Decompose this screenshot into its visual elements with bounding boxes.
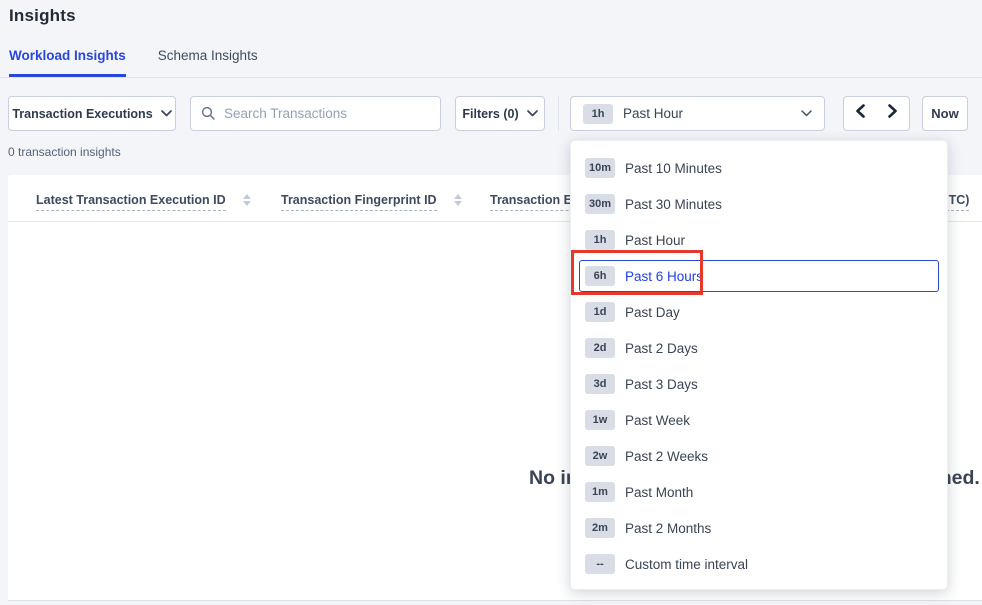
interval-badge: 1w bbox=[585, 410, 615, 430]
column-header-latest-transaction-execution-id[interactable]: Latest Transaction Execution ID bbox=[36, 193, 251, 211]
chevron-down-icon bbox=[527, 110, 538, 117]
search-box bbox=[190, 96, 441, 131]
interval-badge: 1h bbox=[585, 230, 615, 250]
tab-schema-insights[interactable]: Schema Insights bbox=[158, 48, 258, 77]
page-header: Insights Workload Insights Schema Insigh… bbox=[0, 0, 982, 78]
dropdown-item-past-week[interactable]: 1w Past Week bbox=[579, 402, 939, 438]
chevron-down-icon bbox=[161, 110, 172, 117]
dropdown-item-past-hour[interactable]: 1h Past Hour bbox=[579, 222, 939, 258]
interval-badge: 2m bbox=[585, 518, 615, 538]
dropdown-item-past-10-minutes[interactable]: 10m Past 10 Minutes bbox=[579, 150, 939, 186]
dropdown-item-past-2-months[interactable]: 2m Past 2 Months bbox=[579, 510, 939, 546]
tab-workload-insights[interactable]: Workload Insights bbox=[9, 48, 126, 77]
interval-badge: 2w bbox=[585, 446, 615, 466]
dropdown-item-past-2-days[interactable]: 2d Past 2 Days bbox=[579, 330, 939, 366]
transaction-type-label: Transaction Executions bbox=[12, 107, 152, 121]
filters-button[interactable]: Filters (0) bbox=[455, 96, 545, 131]
dropdown-item-past-30-minutes[interactable]: 30m Past 30 Minutes bbox=[579, 186, 939, 222]
dropdown-item-past-2-weeks[interactable]: 2w Past 2 Weeks bbox=[579, 438, 939, 474]
dropdown-item-past-3-days[interactable]: 3d Past 3 Days bbox=[579, 366, 939, 402]
sort-icon[interactable] bbox=[454, 194, 462, 206]
dropdown-item-past-month[interactable]: 1m Past Month bbox=[579, 474, 939, 510]
sort-icon[interactable] bbox=[243, 194, 251, 206]
next-interval-button[interactable] bbox=[876, 96, 910, 131]
insights-page: Insights Workload Insights Schema Insigh… bbox=[0, 0, 982, 605]
dropdown-item-past-6-hours[interactable]: 6h Past 6 Hours bbox=[579, 260, 939, 292]
interval-badge: 10m bbox=[585, 158, 615, 178]
previous-interval-button[interactable] bbox=[843, 96, 877, 131]
filters-label: Filters (0) bbox=[462, 107, 518, 121]
insights-count: 0 transaction insights bbox=[8, 145, 121, 159]
dropdown-item-past-day[interactable]: 1d Past Day bbox=[579, 294, 939, 330]
interval-badge: 1h bbox=[583, 104, 613, 124]
toolbar-divider bbox=[558, 96, 559, 131]
column-header-transaction-fingerprint-id[interactable]: Transaction Fingerprint ID bbox=[281, 193, 462, 211]
interval-badge: 1d bbox=[585, 302, 615, 322]
time-interval-dropdown: 10m Past 10 Minutes 30m Past 30 Minutes … bbox=[570, 140, 948, 590]
dropdown-item-custom-time-interval[interactable]: -- Custom time interval bbox=[579, 546, 939, 582]
interval-badge: 30m bbox=[585, 194, 615, 214]
interval-badge: 2d bbox=[585, 338, 615, 358]
chevron-down-icon bbox=[801, 110, 812, 117]
interval-badge: 3d bbox=[585, 374, 615, 394]
page-title: Insights bbox=[9, 6, 76, 26]
time-interval-select[interactable]: 1h Past Hour bbox=[570, 96, 825, 131]
now-button[interactable]: Now bbox=[922, 96, 968, 131]
transaction-type-select[interactable]: Transaction Executions bbox=[8, 96, 176, 131]
interval-label: Past Hour bbox=[623, 106, 683, 121]
search-icon bbox=[201, 106, 216, 121]
search-input[interactable] bbox=[224, 106, 430, 121]
interval-badge: 6h bbox=[585, 266, 615, 286]
interval-badge: -- bbox=[585, 554, 615, 574]
tab-bar: Workload Insights Schema Insights bbox=[9, 48, 258, 77]
interval-badge: 1m bbox=[585, 482, 615, 502]
chevron-left-icon bbox=[855, 104, 866, 123]
chevron-right-icon bbox=[887, 104, 898, 123]
